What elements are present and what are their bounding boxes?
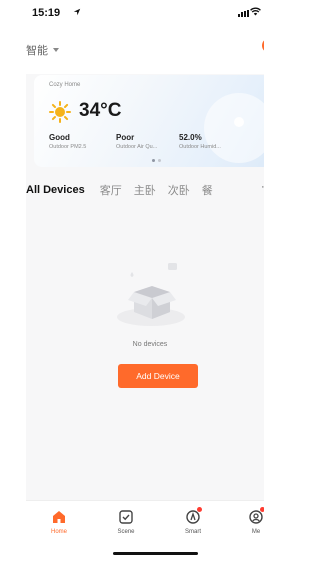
metric-humidity: 52.0% Outdoor Humid... — [179, 133, 221, 150]
wifi-icon — [250, 7, 261, 16]
status-time: 15:19 — [32, 7, 61, 19]
smart-icon — [185, 507, 202, 525]
page-dot — [158, 159, 161, 162]
scene-icon — [118, 509, 134, 525]
signal-icon — [238, 10, 249, 17]
header: 智能 + — [26, 26, 274, 74]
home-icon — [51, 509, 67, 525]
metric-label: Outdoor PM2.5 — [49, 144, 87, 150]
page-dot-active — [152, 159, 155, 162]
notification-dot — [197, 507, 202, 512]
metric-label: Outdoor Humid... — [179, 144, 221, 150]
tab-living-room[interactable]: 客厅 — [100, 182, 122, 198]
decorative-dot — [234, 117, 244, 127]
page-indicator — [152, 159, 161, 162]
metric-value: Good — [49, 133, 70, 142]
tab-second-bedroom[interactable]: 次卧 — [168, 182, 190, 198]
weather-card[interactable]: Cozy Home 34°C Good Outdoor PM2.5 Poor O… — [34, 75, 274, 167]
tab-scene-label: Scene — [117, 529, 135, 535]
tab-scene[interactable]: Scene — [101, 509, 151, 535]
left-border — [0, 0, 10, 563]
caret-down-icon — [53, 48, 59, 52]
metric-pm25: Good Outdoor PM2.5 — [49, 133, 86, 150]
tab-home-label: Home — [50, 529, 67, 535]
tab-smart[interactable]: Smart — [168, 507, 218, 535]
sun-icon — [49, 101, 71, 123]
tab-master-bedroom[interactable]: 主卧 — [134, 182, 156, 198]
tab-home[interactable]: Home — [34, 509, 84, 535]
metric-air-quality: Poor Outdoor Air Qu... — [116, 133, 157, 150]
me-icon — [248, 507, 265, 525]
temperature: 34°C — [79, 100, 122, 121]
empty-message: No devices — [132, 341, 168, 348]
home-name: Cozy Home — [49, 82, 81, 88]
location-arrow-icon — [73, 8, 81, 16]
right-border — [264, 0, 274, 563]
room-tabs: All Devices 客厅 主卧 次卧 餐 ··· — [26, 178, 274, 202]
tab-smart-label: Smart — [184, 529, 201, 535]
tab-dining-room[interactable]: 餐 — [202, 182, 213, 198]
phone-screen: 15:19 智能 + — [26, 0, 274, 563]
add-device-button[interactable]: Add Device — [118, 364, 198, 388]
tab-all-devices[interactable]: All Devices — [26, 184, 85, 196]
metric-value: Poor — [116, 133, 135, 142]
app-frame: 15:19 智能 + — [0, 0, 274, 563]
home-indicator — [113, 552, 198, 555]
metric-label: Outdoor Air Qu... — [116, 144, 158, 150]
empty-box-icon — [117, 263, 185, 326]
metric-value: 52.0% — [179, 133, 202, 142]
home-switcher[interactable]: 智能 — [26, 42, 59, 58]
home-switcher-label: 智能 — [26, 45, 48, 57]
status-bar: 15:19 — [26, 0, 274, 26]
